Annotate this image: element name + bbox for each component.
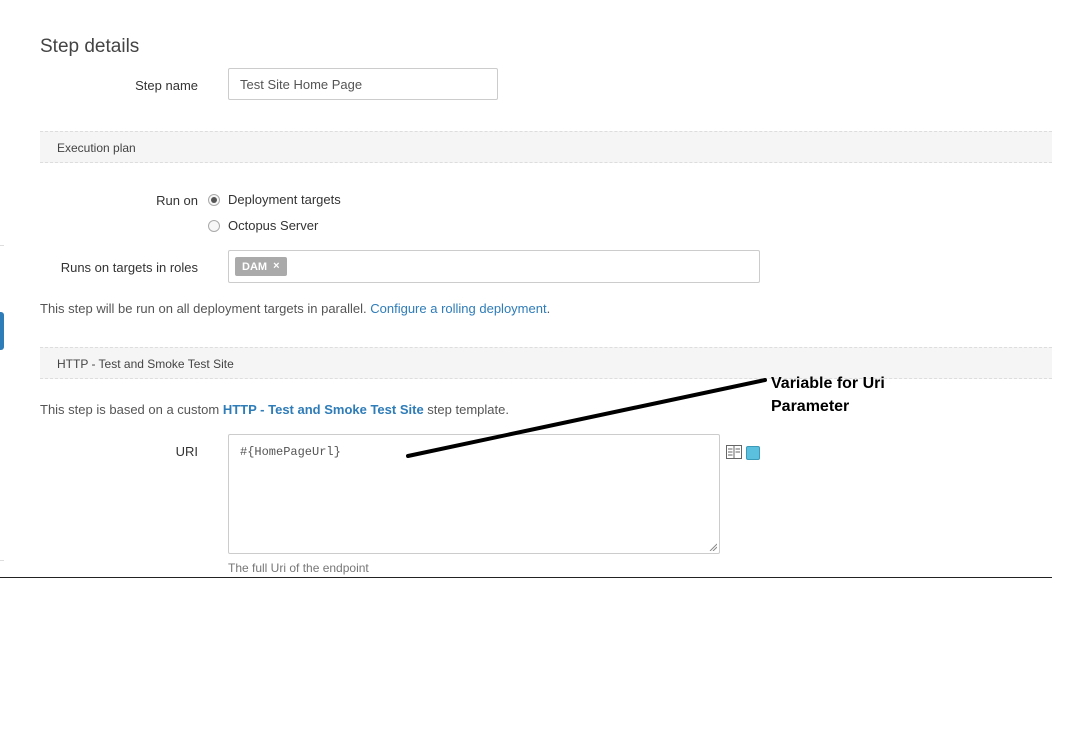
- annotation-arrow-line: [406, 378, 767, 458]
- annotation-line1: Variable for Uri: [771, 375, 885, 392]
- annotation-text: Variable for Uri Parameter: [771, 372, 951, 418]
- annotation-line2: Parameter: [771, 398, 850, 415]
